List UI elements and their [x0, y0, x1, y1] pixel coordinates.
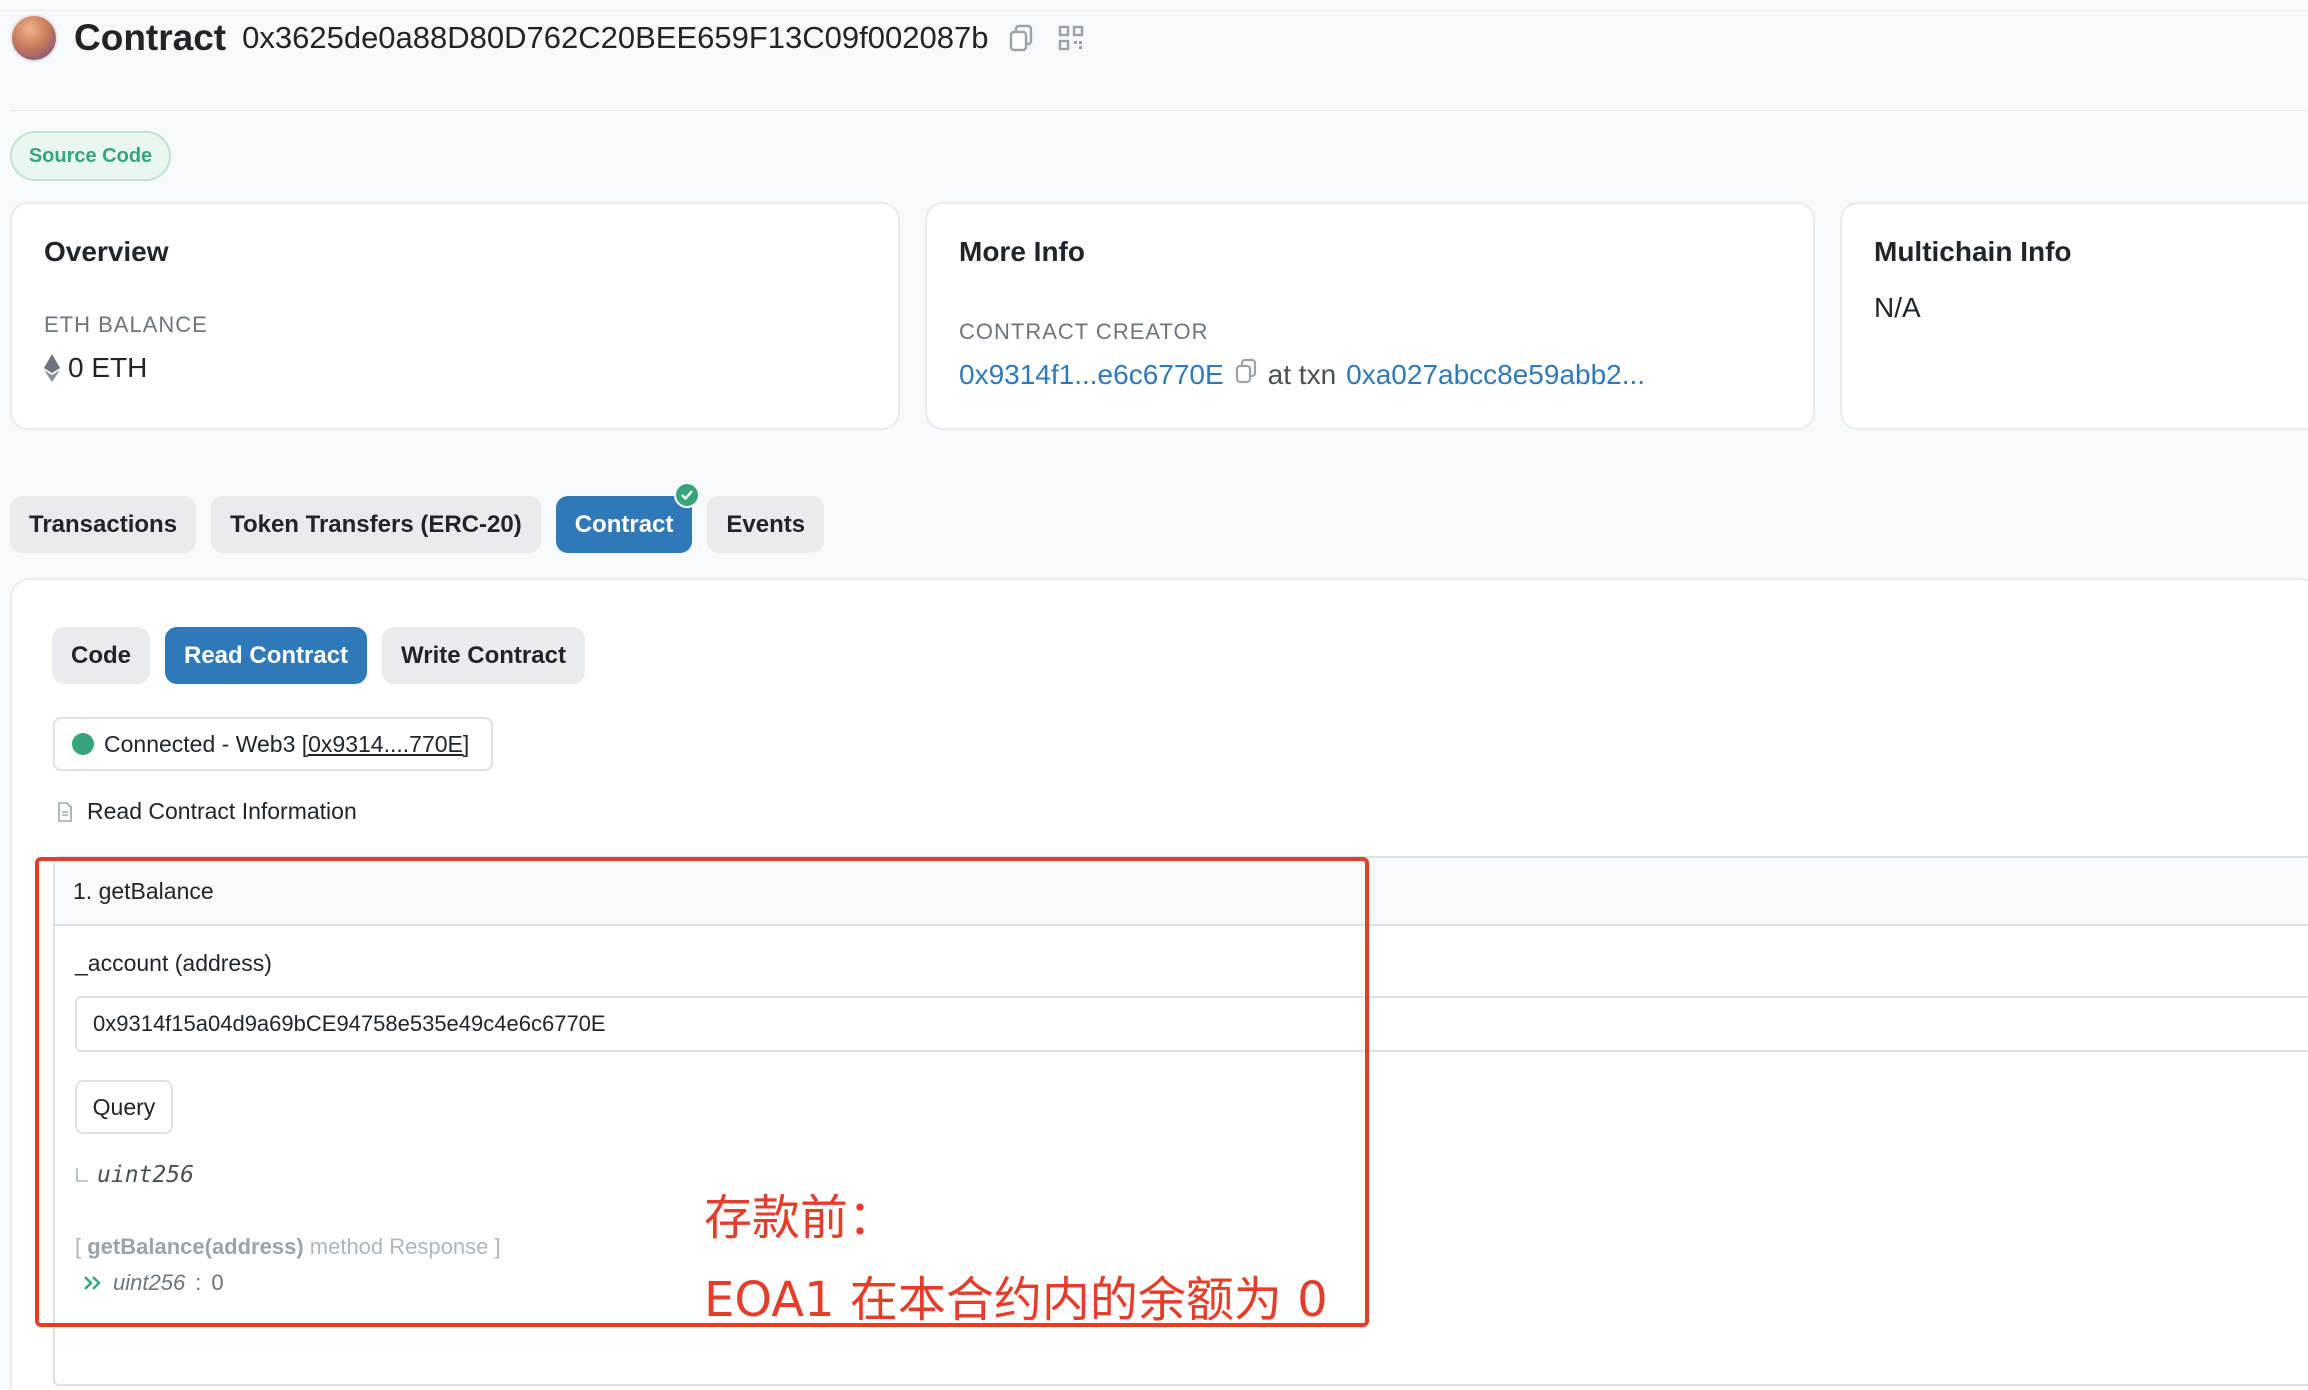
- creator-address-link[interactable]: 0x9314f1...e6c6770E: [959, 359, 1224, 391]
- subtab-read-contract[interactable]: Read Contract: [165, 627, 368, 684]
- annotation-line-2: EOA1 在本合约内的余额为 0: [704, 1272, 1328, 1328]
- contract-creator-label: CONTRACT CREATOR: [959, 319, 1209, 344]
- tab-contract-label: Contract: [574, 510, 674, 538]
- read-contract-info-label: Read Contract Information: [87, 798, 357, 824]
- tab-events[interactable]: Events: [707, 496, 825, 553]
- overview-title: Overview: [44, 236, 169, 267]
- page-title: Contract: [74, 17, 227, 58]
- eth-balance-amount: 0 ETH: [68, 352, 148, 383]
- multichain-title: Multichain Info: [1874, 236, 2072, 267]
- tab-contract[interactable]: Contract: [555, 482, 701, 553]
- copy-creator-icon[interactable]: [1234, 358, 1258, 391]
- page-header: Contract 0x3625de0a88D80D762C20BEE659F13…: [10, 14, 1088, 62]
- copy-icon[interactable]: [1004, 21, 1038, 55]
- contract-address: 0x3625de0a88D80D762C20BEE659F13C09f00208…: [242, 20, 989, 55]
- connected-status-dot: [72, 733, 94, 755]
- overview-card: Overview ETH BALANCE 0 ETH: [10, 202, 900, 430]
- more-info-title: More Info: [959, 236, 1085, 267]
- more-info-card: More Info CONTRACT CREATOR 0x9314f1...e6…: [925, 202, 1815, 430]
- response-value: 0: [211, 1270, 224, 1295]
- main-tabs: Transactions Token Transfers (ERC-20) Co…: [10, 482, 825, 553]
- return-type: uint256: [75, 1162, 194, 1188]
- contract-subtabs: Code Read Contract Write Contract: [52, 627, 585, 684]
- verified-check-icon: [674, 482, 701, 508]
- query-button[interactable]: Query: [75, 1080, 173, 1134]
- contract-avatar: [10, 14, 58, 62]
- qr-code-icon[interactable]: [1054, 21, 1088, 55]
- tab-transactions[interactable]: Transactions: [10, 496, 197, 553]
- return-branch-icon: [76, 1168, 88, 1182]
- multichain-value: N/A: [1874, 292, 1921, 323]
- eth-balance-label: ETH BALANCE: [44, 312, 208, 337]
- param-label: _account (address): [75, 950, 272, 976]
- annotation-line-1: 存款前：: [704, 1190, 897, 1246]
- method-response-line: [ getBalance(address) method Response ]: [75, 1234, 501, 1259]
- response-value-row: uint256 : 0: [83, 1270, 224, 1296]
- connection-label: Connected - Web3 [0x9314....770E]: [104, 730, 470, 757]
- ethereum-icon: [44, 354, 60, 382]
- top-divider: [0, 10, 2308, 11]
- header-divider: [10, 110, 2308, 111]
- account-address-input[interactable]: [75, 996, 2308, 1052]
- double-chevron-right-icon: [84, 1276, 101, 1290]
- contract-creator-row: 0x9314f1...e6c6770E at txn 0xa027abcc8e5…: [959, 358, 1645, 391]
- return-type-label: uint256: [97, 1162, 194, 1188]
- read-contract-info: Read Contract Information: [57, 798, 357, 825]
- tab-token-transfers[interactable]: Token Transfers (ERC-20): [211, 496, 541, 553]
- response-separator: :: [195, 1270, 202, 1295]
- document-icon: [58, 801, 72, 822]
- eth-balance-value: 0 ETH: [44, 352, 147, 384]
- connected-account: [0x9314....770E]: [301, 730, 470, 757]
- subtab-code[interactable]: Code: [52, 627, 150, 684]
- source-code-badge[interactable]: Source Code: [10, 131, 171, 181]
- at-txn-label: at txn: [1267, 358, 1337, 390]
- creation-txn-link[interactable]: 0xa027abcc8e59abb2...: [1346, 359, 1645, 391]
- web3-connection-status[interactable]: Connected - Web3 [0x9314....770E]: [53, 717, 493, 771]
- multichain-card: Multichain Info N/A: [1840, 202, 2308, 430]
- function-header[interactable]: 1. getBalance: [55, 858, 2308, 926]
- subtab-write-contract[interactable]: Write Contract: [382, 627, 585, 684]
- response-type: uint256: [113, 1270, 186, 1295]
- response-method-name: getBalance(address): [87, 1234, 304, 1259]
